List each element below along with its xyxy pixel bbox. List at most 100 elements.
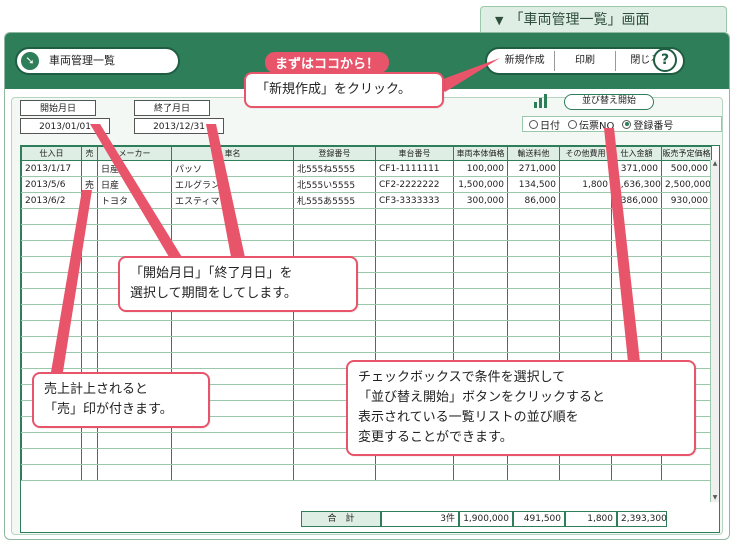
table-row[interactable] <box>21 336 712 353</box>
table-cell: CF2-2222222 <box>375 176 454 193</box>
table-cell <box>559 256 612 273</box>
table-cell <box>21 272 82 289</box>
table-cell <box>559 320 612 337</box>
triangle-down-icon: ▼ <box>495 14 504 27</box>
table-cell <box>81 464 98 481</box>
table-cell <box>559 288 612 305</box>
print-button[interactable]: 印刷 <box>555 51 616 71</box>
table-cell <box>611 288 662 305</box>
table-cell <box>21 288 82 305</box>
table-cell <box>97 240 172 257</box>
table-cell <box>559 192 612 209</box>
table-cell <box>293 336 376 353</box>
table-cell <box>559 208 612 225</box>
main-content: 開始月日 2013/01/01 終了月日 2013/12/31 並び替え開始 日… <box>11 94 723 535</box>
table-cell <box>97 320 172 337</box>
col-header[interactable]: 売 <box>81 146 98 161</box>
table-cell <box>81 192 98 209</box>
table-cell <box>21 448 82 465</box>
table-cell <box>661 224 712 241</box>
table-row[interactable] <box>21 208 712 225</box>
col-header[interactable]: 登録番号 <box>293 146 376 161</box>
table-cell <box>21 224 82 241</box>
table-cell <box>453 240 508 257</box>
table-cell: トヨタ <box>97 192 172 209</box>
table-cell <box>611 336 662 353</box>
totals-purchase: 2,393,300 <box>617 511 667 527</box>
table-cell <box>559 272 612 289</box>
table-cell <box>453 256 508 273</box>
help-button[interactable]: ? <box>653 48 677 72</box>
totals-transport: 491,500 <box>513 511 565 527</box>
scroll-up-icon[interactable]: ▲ <box>711 160 719 168</box>
end-date-field[interactable]: 2013/12/31 <box>134 118 224 134</box>
table-cell <box>507 336 560 353</box>
table-cell <box>507 288 560 305</box>
col-header[interactable]: 車台番号 <box>375 146 454 161</box>
table-cell: 日産 <box>97 176 172 193</box>
page-tag-label: 「車両管理一覧」画面 <box>509 12 650 28</box>
table-cell <box>375 464 454 481</box>
radio-selected-icon <box>622 119 632 129</box>
table-cell: 北555ね5555 <box>293 160 376 177</box>
sort-option-date[interactable]: 日付 <box>529 117 560 132</box>
table-cell <box>171 224 294 241</box>
col-header[interactable]: その他費用 <box>559 146 612 161</box>
table-cell <box>507 256 560 273</box>
table-cell <box>507 208 560 225</box>
callout-dates: 「開始月日」「終了月日」を 選択して期間をしてします。 <box>118 256 358 312</box>
callout-sold: 売上計上されると 「売」印が付きます。 <box>32 372 210 428</box>
table-cell <box>559 464 612 481</box>
scroll-down-icon[interactable]: ▼ <box>711 494 719 502</box>
table-row[interactable] <box>21 240 712 257</box>
table-cell <box>97 352 172 369</box>
table-cell <box>507 272 560 289</box>
col-header[interactable]: 車両本体価格 <box>453 146 508 161</box>
callout-sort: チェックボックスで条件を選択して 「並び替え開始」ボタンをクリックすると 表示さ… <box>346 360 696 456</box>
table-cell <box>661 208 712 225</box>
table-cell <box>611 208 662 225</box>
col-header[interactable]: 輸送料他 <box>507 146 560 161</box>
table-cell <box>293 240 376 257</box>
table-cell: 271,000 <box>507 160 560 177</box>
col-header[interactable]: 販売予定価格 <box>661 146 712 161</box>
table-row[interactable] <box>21 320 712 337</box>
table-cell: 386,000 <box>611 192 662 209</box>
col-header[interactable]: メーカー <box>97 146 172 161</box>
table-cell <box>81 448 98 465</box>
table-row[interactable] <box>21 464 712 481</box>
table-cell <box>171 320 294 337</box>
table-row[interactable]: 2013/1/17 日産 パッソ 北555ね5555 CF1-1111111 100,00… <box>21 160 712 177</box>
table-cell <box>453 224 508 241</box>
vertical-scrollbar[interactable]: ▲ ▼ <box>710 160 719 502</box>
table-row[interactable]: 2013/5/6 売日産 エルグラン 北555い5555 CF2-2222222 1,50… <box>21 176 712 193</box>
table-cell <box>375 208 454 225</box>
new-button[interactable]: 新規作成 <box>495 51 556 71</box>
table-row[interactable] <box>21 224 712 241</box>
table-cell <box>81 336 98 353</box>
table-cell <box>611 304 662 321</box>
table-cell: 2013/5/6 <box>21 176 82 193</box>
col-header[interactable]: 仕入金額 <box>611 146 662 161</box>
table-cell <box>293 224 376 241</box>
table-cell <box>611 256 662 273</box>
table-row[interactable]: 2013/6/2 トヨタ エスティマ 札555あ5555 CF3-3333333 300,… <box>21 192 712 209</box>
table-cell <box>97 448 172 465</box>
table-cell: 86,000 <box>507 192 560 209</box>
table-cell <box>21 352 82 369</box>
col-header[interactable]: 車名 <box>171 146 294 161</box>
sort-start-button[interactable]: 並び替え開始 <box>564 94 654 110</box>
table-cell <box>21 320 82 337</box>
col-header[interactable]: 仕入日 <box>21 146 82 161</box>
table-cell <box>21 240 82 257</box>
bar-chart-icon <box>534 94 548 108</box>
callout-new: 「新規作成」をクリック。 <box>244 72 444 108</box>
table-cell: パッソ <box>171 160 294 177</box>
sort-option-slip[interactable]: 伝票NO <box>568 117 614 132</box>
sort-option-reg[interactable]: 登録番号 <box>622 117 673 132</box>
start-date-field[interactable]: 2013/01/01 <box>20 118 110 134</box>
table-cell <box>611 240 662 257</box>
table-cell <box>661 336 712 353</box>
table-cell <box>21 336 82 353</box>
table-cell: 2013/1/17 <box>21 160 82 177</box>
